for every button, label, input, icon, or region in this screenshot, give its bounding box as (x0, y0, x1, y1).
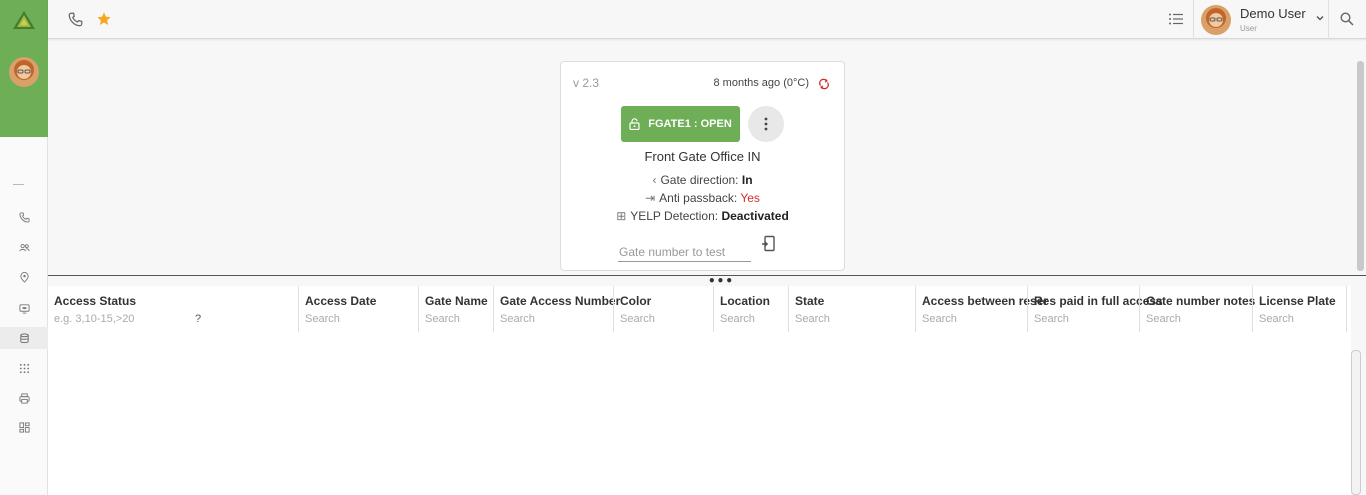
sidebar-item-monitor[interactable] (0, 297, 48, 319)
grid-column: Color Search (613, 286, 713, 332)
sidebar-item-phone[interactable] (0, 206, 48, 228)
sidebar-item-database[interactable] (0, 327, 48, 349)
gate-direction-value: In (741, 173, 753, 187)
sidebar (0, 0, 48, 495)
lock-open-icon (629, 118, 640, 130)
anti-passback-label: Anti passback: (659, 191, 738, 205)
gate-direction-row: ‹ Gate direction: In (561, 173, 844, 187)
column-header[interactable]: State (795, 294, 824, 308)
sync-icon[interactable] (818, 78, 830, 90)
anti-passback-row: ⇥ Anti passback: Yes (561, 191, 844, 205)
column-header[interactable]: License Plate (1259, 294, 1336, 308)
user-role: User (1240, 24, 1257, 33)
list-view-button[interactable] (1167, 10, 1185, 28)
plus-box-icon: ⊞ (616, 209, 627, 223)
test-device-icon[interactable] (760, 235, 778, 253)
gate-name: Front Gate Office IN (644, 149, 761, 164)
grid-column: Gate number notes Search (1139, 286, 1255, 332)
arrow-to-line-icon: ⇥ (645, 191, 656, 205)
user-name[interactable]: Demo User (1240, 6, 1306, 21)
sidebar-header (0, 0, 48, 137)
phone-button[interactable] (66, 10, 84, 28)
column-header[interactable]: Access Date (305, 294, 376, 308)
gate-version: v 2.3 (573, 76, 600, 90)
grid-column: License Plate Search (1252, 286, 1346, 332)
panel-splitter[interactable]: ••• (48, 275, 1366, 287)
yelp-detection-row: ⊞ YELP Detection: Deactivated (561, 209, 844, 223)
column-header[interactable]: Gate Name (425, 294, 488, 308)
database-icon (19, 332, 29, 343)
favorite-button[interactable] (95, 10, 113, 28)
column-filter-input[interactable]: Search (1146, 313, 1181, 325)
drag-handle-icon[interactable]: ••• (708, 275, 734, 287)
gate-direction-label: Gate direction: (660, 173, 739, 187)
grid-scrollbar[interactable] (1351, 350, 1361, 495)
column-filter-input[interactable]: Search (305, 313, 340, 325)
gate-number-test-input[interactable] (618, 238, 751, 262)
column-header[interactable]: Access Status (54, 294, 136, 308)
location-icon (19, 271, 29, 283)
gate-more-button[interactable] (748, 106, 784, 142)
printer-icon (18, 392, 30, 404)
anti-passback-value: Yes (740, 191, 760, 205)
sidebar-item-users[interactable] (0, 236, 48, 258)
more-vertical-icon (764, 117, 768, 131)
column-filter-input[interactable]: Search (1034, 313, 1069, 325)
monitor-icon (18, 303, 30, 314)
column-header[interactable]: Location (720, 294, 770, 308)
dashboard-icon (18, 421, 30, 433)
column-filter-input[interactable]: e.g. 3,10-15,>20 (54, 313, 134, 325)
sidebar-item-dashboard[interactable] (0, 416, 48, 438)
chevron-left-icon: ‹ (652, 173, 657, 187)
column-header[interactable]: Color (620, 294, 651, 308)
sidebar-item-print[interactable] (0, 387, 48, 409)
sidebar-item-apps[interactable] (0, 357, 48, 379)
grid-column: Gate Access Number Search (493, 286, 620, 332)
column-filter-input[interactable]: Search (720, 313, 755, 325)
column-filter-input[interactable]: Search (1259, 313, 1294, 325)
column-filter-input[interactable]: Search (795, 313, 830, 325)
header-separator (1193, 0, 1194, 39)
users-icon (18, 243, 30, 251)
top-header: Demo User User (48, 0, 1366, 39)
avatar[interactable] (9, 57, 39, 87)
app-logo-icon[interactable] (12, 10, 36, 30)
user-avatar[interactable] (1201, 5, 1231, 35)
star-icon (97, 12, 111, 25)
grid-column: Gate Name Search (418, 286, 493, 332)
sidebar-item-location[interactable] (0, 266, 48, 288)
grid-column: Access Status e.g. 3,10-15,>20? (48, 286, 298, 332)
column-filter-input[interactable]: Search (500, 313, 535, 325)
search-icon (1340, 12, 1354, 26)
grid-column: ReSe (1346, 286, 1351, 332)
grid-column: Res paid in full access Search (1027, 286, 1163, 332)
yelp-detection-label: YELP Detection: (630, 209, 719, 223)
gate-last-update: 8 months ago (0°C) (713, 77, 810, 89)
grid-column: Location Search (713, 286, 788, 332)
top-panel-scrollbar[interactable] (1357, 61, 1364, 271)
access-grid: Access Status e.g. 3,10-15,>20? Access Dat… (48, 286, 1351, 495)
phone-icon (68, 12, 82, 26)
gate-open-label: FGATE1 : OPEN (648, 118, 732, 130)
column-filter-input[interactable]: Search (922, 313, 957, 325)
header-separator (1328, 0, 1329, 39)
phone-icon (18, 211, 30, 223)
column-header[interactable]: Gate number notes (1146, 294, 1255, 308)
grid-column: Access between reser Search (915, 286, 1048, 332)
grid-column: State Search (788, 286, 915, 332)
column-filter-input[interactable]: Search (425, 313, 460, 325)
apps-grid-icon (19, 363, 29, 373)
yelp-detection-value: Deactivated (721, 209, 789, 223)
gate-open-button[interactable]: FGATE1 : OPEN (621, 106, 740, 142)
chevron-down-icon[interactable] (1315, 13, 1325, 23)
gate-card: v 2.3 8 months ago (0°C) FGATE1 : OPEN F… (560, 61, 845, 271)
filter-help-button[interactable]: ? (195, 313, 201, 325)
sidebar-divider (13, 184, 24, 185)
column-filter-input[interactable]: Search (620, 313, 655, 325)
list-icon (1169, 13, 1183, 25)
grid-column: Access Date Search (298, 286, 418, 332)
column-header[interactable]: Gate Access Number (500, 294, 620, 308)
search-button[interactable] (1338, 10, 1356, 28)
